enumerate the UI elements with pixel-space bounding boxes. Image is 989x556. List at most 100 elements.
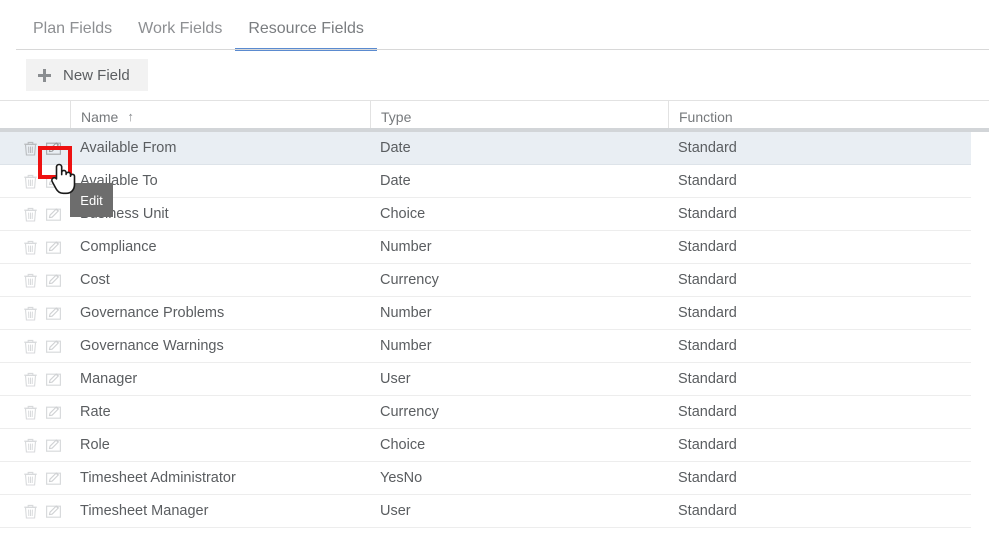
table-row[interactable]: Available From Date Standard: [0, 132, 971, 165]
row-actions: [0, 206, 70, 223]
edit-pencil-icon[interactable]: [45, 371, 62, 388]
cell-function: Standard: [678, 272, 737, 288]
edit-pencil-icon[interactable]: [45, 140, 62, 157]
cell-name: Rate: [80, 404, 111, 420]
trash-icon[interactable]: [22, 338, 39, 355]
table-body: Available From Date Standard Available To Da…: [0, 132, 989, 528]
cell-type: Date: [380, 173, 411, 189]
tab-plan-fields[interactable]: Plan Fields: [20, 21, 125, 50]
table-row[interactable]: Timesheet Administrator YesNo Standard: [0, 462, 971, 495]
row-actions: [0, 470, 70, 487]
cell-function: Standard: [678, 338, 737, 354]
trash-icon[interactable]: [22, 503, 39, 520]
trash-icon[interactable]: [22, 239, 39, 256]
edit-pencil-icon[interactable]: [45, 503, 62, 520]
cell-name: Business Unit: [80, 206, 169, 222]
cell-type: Number: [380, 305, 432, 321]
edit-pencil-icon[interactable]: [45, 437, 62, 454]
table-row[interactable]: Governance Warnings Number Standard: [0, 330, 971, 363]
trash-icon[interactable]: [22, 371, 39, 388]
cell-function: Standard: [678, 305, 737, 321]
cell-function: Standard: [678, 140, 737, 156]
edit-pencil-icon[interactable]: [45, 239, 62, 256]
edit-tooltip-label: Edit: [80, 192, 103, 208]
cell-name: Governance Warnings: [80, 338, 224, 354]
cell-function: Standard: [678, 437, 737, 453]
cell-type: YesNo: [380, 470, 423, 486]
trash-icon[interactable]: [22, 140, 39, 157]
toolbar: New Field: [0, 50, 989, 100]
cell-type: Choice: [380, 437, 426, 453]
row-actions: [0, 272, 70, 289]
table-header-row: Name ↑ Type Function: [0, 100, 989, 133]
cell-type: Number: [380, 338, 432, 354]
trash-icon[interactable]: [22, 437, 39, 454]
row-actions: [0, 305, 70, 322]
row-actions: [0, 437, 70, 454]
tab-bar: Plan Fields Work Fields Resource Fields: [0, 0, 989, 51]
cell-function: Standard: [678, 173, 737, 189]
tab-label: Resource Fields: [248, 20, 364, 37]
cell-name: Timesheet Administrator: [80, 470, 236, 486]
table-row[interactable]: Role Choice Standard: [0, 429, 971, 462]
tab-bar-divider: [16, 49, 989, 50]
edit-pencil-icon[interactable]: [45, 338, 62, 355]
table-row[interactable]: Business Unit Choice Standard: [0, 198, 971, 231]
table-row[interactable]: Available To Date Standard: [0, 165, 971, 198]
fields-table: Name ↑ Type Function Available From Date S…: [0, 100, 989, 528]
trash-icon[interactable]: [22, 404, 39, 421]
cell-name: Timesheet Manager: [80, 503, 209, 519]
edit-pencil-icon[interactable]: [45, 404, 62, 421]
cell-function: Standard: [678, 503, 737, 519]
cell-function: Standard: [678, 404, 737, 420]
cell-name: Cost: [80, 272, 110, 288]
trash-icon[interactable]: [22, 305, 39, 322]
trash-icon[interactable]: [22, 173, 39, 190]
cell-name: Manager: [80, 371, 138, 387]
table-row[interactable]: Rate Currency Standard: [0, 396, 971, 429]
edit-pencil-icon[interactable]: [45, 206, 62, 223]
edit-pencil-icon[interactable]: [45, 305, 62, 322]
cell-type: Number: [380, 239, 432, 255]
tab-label: Plan Fields: [33, 20, 113, 37]
table-row[interactable]: Compliance Number Standard: [0, 231, 971, 264]
table-row[interactable]: Cost Currency Standard: [0, 264, 971, 297]
edit-pencil-icon[interactable]: [45, 272, 62, 289]
table-row[interactable]: Governance Problems Number Standard: [0, 297, 971, 330]
plus-icon: [38, 68, 51, 82]
column-header-name-label: Name: [81, 108, 119, 125]
cell-name: Role: [80, 437, 110, 453]
sort-ascending-icon: ↑: [127, 109, 134, 124]
cell-function: Standard: [678, 206, 737, 222]
cell-type: User: [380, 371, 411, 387]
cell-type: Currency: [380, 404, 439, 420]
cell-name: Available To: [80, 173, 158, 189]
column-header-type-label: Type: [381, 108, 412, 125]
row-actions: [0, 503, 70, 520]
row-actions: [0, 173, 70, 190]
row-actions: [0, 371, 70, 388]
table-row[interactable]: Manager User Standard: [0, 363, 971, 396]
row-actions: [0, 338, 70, 355]
cell-name: Compliance: [80, 239, 157, 255]
new-field-button-label: New Field: [63, 66, 130, 84]
edit-pencil-icon[interactable]: [45, 470, 62, 487]
cell-type: Currency: [380, 272, 439, 288]
cell-name: Available From: [80, 140, 177, 156]
new-field-button[interactable]: New Field: [26, 59, 148, 91]
tab-list: Plan Fields Work Fields Resource Fields: [0, 0, 989, 51]
tab-work-fields[interactable]: Work Fields: [125, 21, 235, 50]
trash-icon[interactable]: [22, 470, 39, 487]
edit-pencil-icon[interactable]: [45, 173, 62, 190]
trash-icon[interactable]: [22, 206, 39, 223]
trash-icon[interactable]: [22, 272, 39, 289]
cell-name: Governance Problems: [80, 305, 225, 321]
table-row[interactable]: Timesheet Manager User Standard: [0, 495, 971, 528]
column-header-function-label: Function: [679, 108, 733, 125]
tab-resource-fields[interactable]: Resource Fields: [235, 20, 377, 51]
cell-type: User: [380, 503, 411, 519]
row-actions: [0, 404, 70, 421]
tab-label: Work Fields: [138, 20, 223, 37]
edit-tooltip: Edit: [70, 183, 113, 217]
cell-type: Choice: [380, 206, 426, 222]
